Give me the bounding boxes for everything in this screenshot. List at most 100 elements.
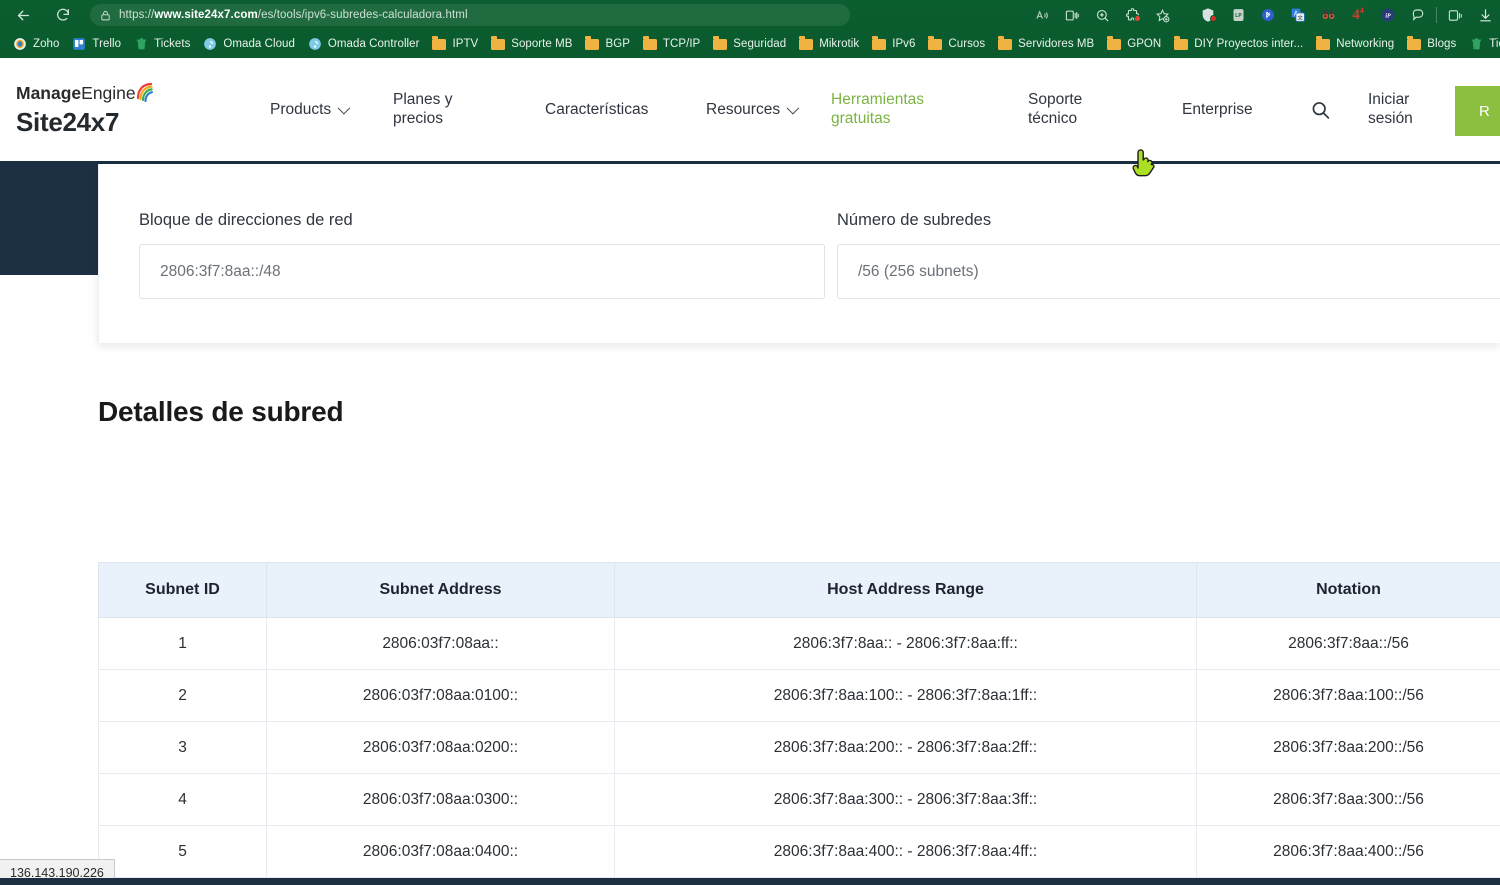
bookmark-item[interactable]: Soporte MB <box>484 33 578 55</box>
bookmark-label: Mikrotik <box>819 38 859 50</box>
cell-notation: 2806:3f7:8aa:100::/56 <box>1197 670 1500 722</box>
bookmark-item[interactable]: Mikrotik <box>792 33 865 55</box>
chevron-down-icon[interactable] <box>787 102 800 115</box>
extensions-puzzle-icon[interactable] <box>1117 3 1147 27</box>
nav-item-soporte-técnico[interactable]: Soporte técnico <box>1028 90 1082 130</box>
nav-item-products[interactable]: Products <box>270 100 347 120</box>
bookmark-label: Trello <box>92 38 121 50</box>
folder-icon <box>799 39 813 50</box>
lastpass-icon[interactable]: LP <box>1223 3 1253 27</box>
nav-item-enterprise[interactable]: Enterprise <box>1182 100 1253 120</box>
cell-address: 2806:03f7:08aa:0300:: <box>267 774 615 826</box>
folder-icon <box>997 36 1013 52</box>
svg-text:iP: iP <box>1385 13 1391 19</box>
search-icon[interactable] <box>1310 99 1331 120</box>
number-four-icon[interactable]: 44 <box>1343 3 1373 27</box>
column-header: Subnet ID <box>99 563 267 618</box>
site-logo[interactable]: ManageEngine Site24x7 <box>16 85 216 135</box>
logo-swoosh-icon <box>134 79 158 103</box>
bookmark-item[interactable]: Tickets <box>127 33 196 55</box>
split-screen-icon[interactable] <box>1440 3 1470 27</box>
bookmark-item[interactable]: Servidores MB <box>991 33 1100 55</box>
nav-item-características[interactable]: Características <box>545 100 648 120</box>
address-bar[interactable]: https://www.site24x7.com/es/tools/ipv6-s… <box>90 4 850 26</box>
copilot-icon[interactable] <box>1403 3 1433 27</box>
folder-icon <box>584 36 600 52</box>
network-block-label: Bloque de direcciones de red <box>139 211 825 230</box>
zoom-icon[interactable] <box>1087 3 1117 27</box>
folder-icon <box>1107 39 1121 50</box>
bookmark-item[interactable]: TCP/IP <box>636 33 706 55</box>
reload-icon[interactable] <box>48 3 78 27</box>
bookmark-label: GPON <box>1127 38 1161 50</box>
logo-manageengine: ManageEngine <box>16 85 136 103</box>
page-title: Detalles de subred <box>98 396 343 428</box>
cell-notation: 2806:3f7:8aa:400::/56 <box>1197 826 1500 878</box>
downloads-icon[interactable] <box>1470 3 1500 27</box>
network-block-field-group: Bloque de direcciones de red 2806:3f7:8a… <box>139 211 825 299</box>
warning-badge <box>1210 15 1217 22</box>
bookmark-item[interactable]: IPTV <box>425 33 484 55</box>
network-block-input[interactable]: 2806:3f7:8aa::/48 <box>139 244 825 299</box>
zoho-icon <box>12 36 28 52</box>
bookmark-label: Zoho <box>33 38 59 50</box>
shield-warning-icon[interactable] <box>1193 3 1223 27</box>
decorative-dark-block <box>0 164 98 275</box>
bluetooth-icon[interactable] <box>1253 3 1283 27</box>
bookmark-item[interactable]: Trello <box>65 33 127 55</box>
bookmark-label: IPv6 <box>892 38 915 50</box>
bookmark-item[interactable]: Omada Cloud <box>196 33 301 55</box>
folder-icon <box>1406 36 1422 52</box>
table-header: Subnet IDSubnet AddressHost Address Rang… <box>99 563 1500 618</box>
bookmark-item[interactable]: Seguridad <box>706 33 792 55</box>
bookmark-item[interactable]: Networking <box>1309 33 1400 55</box>
trash-icon <box>133 36 149 52</box>
bookmark-label: Omada Controller <box>328 38 420 50</box>
login-link[interactable]: Iniciar sesión <box>1368 90 1413 130</box>
folder-icon <box>1106 36 1122 52</box>
back-arrow-icon[interactable] <box>8 3 38 27</box>
bookmark-item[interactable]: Omada Controller <box>301 33 426 55</box>
nav-item-label: Herramientas gratuitas <box>831 90 924 130</box>
site-header: ManageEngine Site24x7 Products Planes y p… <box>0 58 1500 164</box>
reading-view-icon[interactable] <box>1057 3 1087 27</box>
bookmark-label: DIY Proyectos inter... <box>1194 38 1303 50</box>
bookmark-item[interactable]: Cursos <box>921 33 991 55</box>
bookmark-item[interactable]: IPv6 <box>865 33 921 55</box>
folder-icon <box>871 36 887 52</box>
bookmark-item[interactable]: BGP <box>578 33 635 55</box>
nav-item-resources[interactable]: Resources <box>706 100 796 120</box>
subnet-count-select[interactable]: /56 (256 subnets) <box>837 244 1500 299</box>
bookmark-item[interactable]: Zoho <box>6 33 65 55</box>
binoculars-icon[interactable] <box>1313 3 1343 27</box>
bookmark-label: TCP/IP <box>663 38 700 50</box>
favorite-star-icon[interactable] <box>1147 3 1177 27</box>
folder-icon <box>491 39 505 50</box>
folder-icon <box>642 36 658 52</box>
folder-icon <box>713 39 727 50</box>
chevron-down-icon[interactable] <box>338 102 351 115</box>
subnet-count-value: /56 (256 subnets) <box>858 263 979 281</box>
translate-icon[interactable]: A文 <box>1283 3 1313 27</box>
bookmark-item[interactable]: GPON <box>1100 33 1167 55</box>
toolbar-divider <box>1436 7 1437 23</box>
nav-item-herramientas-gratuitas[interactable]: Herramientas gratuitas <box>831 90 924 130</box>
cell-range: 2806:3f7:8aa:300:: - 2806:3f7:8aa:3ff:: <box>615 774 1197 826</box>
bottom-strip <box>0 878 1500 885</box>
cell-address: 2806:03f7:08aa:0400:: <box>267 826 615 878</box>
read-aloud-icon[interactable] <box>1027 3 1057 27</box>
folder-icon <box>928 39 942 50</box>
nav-item-planes-y-precios[interactable]: Planes y precios <box>393 90 452 130</box>
cell-id: 4 <box>99 774 267 826</box>
logo-engine-text: Engine <box>81 83 136 103</box>
signup-button[interactable]: R <box>1455 86 1500 136</box>
cell-id: 5 <box>99 826 267 878</box>
ip-icon[interactable]: iP <box>1373 3 1403 27</box>
bookmark-item[interactable]: DIY Proyectos inter... <box>1167 33 1309 55</box>
subnet-details-table: Subnet IDSubnet AddressHost Address Rang… <box>98 562 1500 885</box>
cell-range: 2806:3f7:8aa:: - 2806:3f7:8aa:ff:: <box>615 618 1197 670</box>
nav-item-label: Soporte técnico <box>1028 90 1082 130</box>
bookmark-item[interactable]: Ticket PCTV <box>1462 33 1500 55</box>
cell-address: 2806:03f7:08aa:: <box>267 618 615 670</box>
bookmark-item[interactable]: Blogs <box>1400 33 1462 55</box>
